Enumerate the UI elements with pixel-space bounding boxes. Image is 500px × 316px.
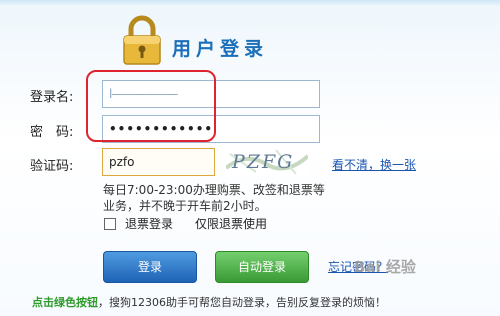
padlock-icon bbox=[123, 15, 161, 65]
refund-login-label: 退票登录 bbox=[125, 217, 174, 231]
credentials-highlight bbox=[86, 70, 216, 142]
captcha-image-text: PZFG bbox=[231, 151, 294, 173]
refund-login-checkbox[interactable] bbox=[104, 218, 116, 230]
captcha-image[interactable]: PZFG bbox=[226, 146, 308, 176]
captcha-value: pzfo bbox=[109, 155, 135, 169]
refund-note: 仅限退票使用 bbox=[195, 217, 268, 231]
refresh-captcha-link[interactable]: 看不清，换一张 bbox=[332, 156, 416, 173]
login-button[interactable]: 登录 bbox=[103, 251, 197, 283]
captcha-field[interactable]: pzfo bbox=[102, 148, 215, 176]
watermark: Bai 经验 bbox=[354, 258, 416, 276]
footer-rest-text: ，搜狗12306助手可帮您自动登录，告别反复登录的烦恼！ bbox=[98, 296, 386, 309]
top-bar bbox=[0, 0, 500, 6]
password-label: 密 码: bbox=[30, 125, 74, 140]
footer-green-text: 点击绿色按钮 bbox=[32, 296, 98, 309]
captcha-label: 验证码: bbox=[30, 159, 74, 174]
footer-tip: 点击绿色按钮，搜狗12306助手可帮您自动登录，告别反复登录的烦恼！ bbox=[32, 294, 386, 310]
username-label: 登录名: bbox=[30, 90, 74, 105]
service-hours-hint: 每日7:00-23:00办理购票、改签和退票等业务，并不晚于开车前2小时。 bbox=[103, 183, 325, 213]
page-title: 用户登录 bbox=[172, 38, 269, 60]
auto-login-button[interactable]: 自动登录 bbox=[215, 251, 309, 283]
